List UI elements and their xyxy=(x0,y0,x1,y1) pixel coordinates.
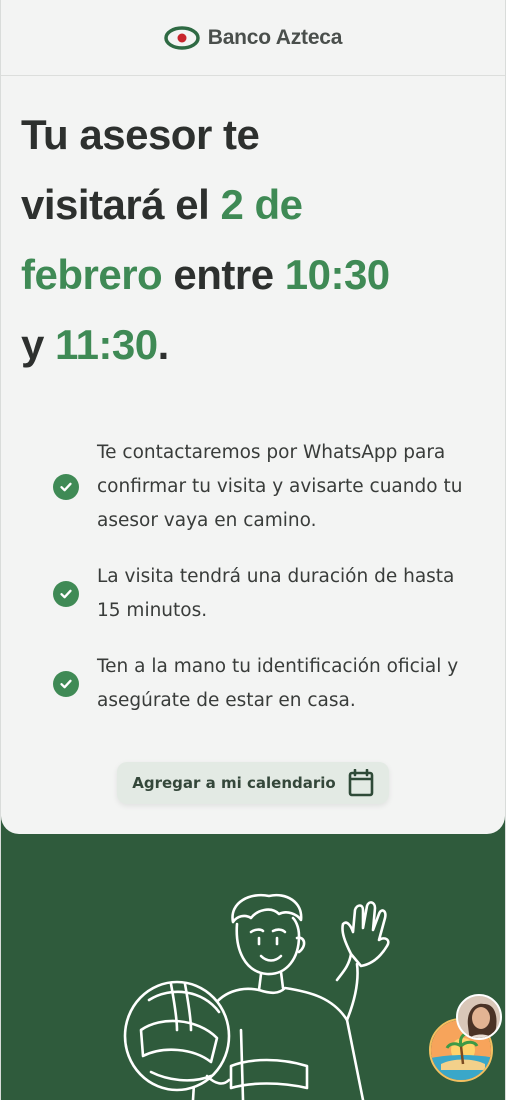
list-item: La visita tendrá una duración de hasta 1… xyxy=(53,560,483,628)
header: Banco Azteca xyxy=(1,0,505,76)
page-title: Tu asesor te visitará el 2 de febrero en… xyxy=(21,100,491,380)
title-period: . xyxy=(157,321,170,368)
title-line-1: Tu asesor te xyxy=(21,111,260,158)
title-time-end: 11:30 xyxy=(55,321,158,368)
title-time-start: 10:30 xyxy=(284,251,390,298)
add-to-calendar-label: Agregar a mi calendario xyxy=(132,774,336,792)
list-item-text: Te contactaremos por WhatsApp para confi… xyxy=(97,442,463,531)
check-circle-icon xyxy=(53,671,79,697)
calendar-icon xyxy=(348,769,374,797)
title-date-day: 2 de xyxy=(220,181,303,228)
list-item-text: Ten a la mano tu identificación oficial … xyxy=(97,656,459,711)
app-frame: Banco Azteca Tu asesor te visitará el 2 … xyxy=(0,0,506,1100)
brand-name: Banco Azteca xyxy=(207,25,343,49)
instructions-list: Te contactaremos por WhatsApp para confi… xyxy=(53,436,483,718)
list-item: Te contactaremos por WhatsApp para confi… xyxy=(53,436,483,538)
list-item-text: La visita tendrá una duración de hasta 1… xyxy=(97,566,455,621)
add-to-calendar-button[interactable]: Agregar a mi calendario xyxy=(117,762,389,804)
list-item: Ten a la mano tu identificación oficial … xyxy=(53,650,483,718)
banco-azteca-logo-icon xyxy=(163,25,200,50)
check-circle-icon xyxy=(53,474,79,500)
advisor-illustration xyxy=(123,893,390,1100)
title-line-3-text: entre xyxy=(162,251,285,298)
check-circle-icon xyxy=(53,581,79,607)
title-date-month: febrero xyxy=(21,251,163,298)
title-line-2-text: visitará el xyxy=(21,181,221,228)
title-line-4-text: y xyxy=(21,321,56,368)
appointment-card: Banco Azteca Tu asesor te visitará el 2 … xyxy=(1,0,505,834)
avatar[interactable] xyxy=(456,994,502,1040)
